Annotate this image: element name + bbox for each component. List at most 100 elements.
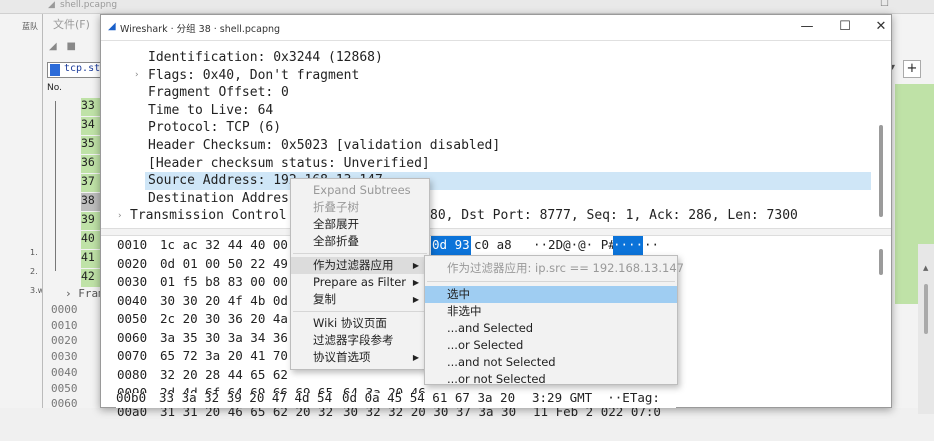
submenu-header: 作为过滤器应用: ip.src == 192.168.13.147: [447, 261, 685, 275]
detail-line[interactable]: Flags: 0x40, Don't fragment: [148, 67, 359, 85]
apply-as-filter-submenu: 作为过滤器应用: ip.src == 192.168.13.147 选中 非选中…: [424, 255, 685, 388]
menu-item-apply-as-filter[interactable]: 作为过滤器应用 ▶: [291, 257, 429, 274]
detail-scrollbar[interactable]: [873, 43, 889, 233]
detail-line[interactable]: Protocol: TCP (6): [148, 119, 281, 137]
packet-detail-tree: Identification: 0x3244 (12868) › Flags: …: [101, 49, 873, 229]
display-filter-input[interactable]: tcp.st: [47, 62, 103, 78]
packet-row-selected[interactable]: 38: [81, 193, 101, 211]
menu-item-wiki-protocol-page[interactable]: Wiki 协议页面: [291, 315, 429, 332]
packet-row[interactable]: 39: [81, 212, 101, 230]
detail-line[interactable]: Time to Live: 64: [148, 102, 273, 120]
submenu-arrow-icon: ▶: [412, 261, 419, 270]
submenu-item-and-selected[interactable]: ...and Selected: [425, 320, 677, 337]
background-title-bar: shell.pcapng ◢ ☐: [0, 0, 934, 14]
submenu-item-or-not-selected[interactable]: ...or not Selected: [425, 371, 677, 388]
hex-offset: 0010: [117, 237, 148, 252]
hex-ascii[interactable]: ··: [644, 236, 659, 255]
hex-last-row: 00b0 33 3a 32 39 20 47 4d 54 0d 0a 45 54…: [116, 393, 676, 408]
scroll-up-icon[interactable]: ▲: [923, 264, 928, 272]
hex-bytes[interactable]: 1c ac 32 44 40 00: [160, 236, 288, 255]
stop-icon[interactable]: ■: [67, 41, 76, 52]
dialog-title-bar: ◢ Wireshark · 分组 38 · shell.pcapng — ☐ ✕: [101, 15, 891, 41]
hex-bytes[interactable]: c0 a8: [474, 236, 512, 255]
left-label-1: 蓝队: [22, 22, 38, 31]
detail-line[interactable]: Header Checksum: 0x5023 [validation disa…: [148, 137, 500, 155]
packet-row[interactable]: 41: [81, 250, 101, 268]
menu-item-copy[interactable]: 复制 ▶: [291, 291, 429, 308]
packet-row[interactable]: 34: [81, 117, 101, 135]
detail-line[interactable]: Destination Address: [148, 190, 297, 208]
detail-line[interactable]: Fragment Offset: 0: [148, 84, 289, 102]
hex-bytes[interactable]: 2c 20 30 36 20 4a: [160, 310, 288, 329]
background-hex-offsets: 0000 0010 0020 0030 0040 0050 0060: [51, 303, 78, 411]
hex-scroll-thumb[interactable]: [879, 249, 883, 275]
hex-offset: 0040: [117, 292, 148, 308]
pane-splitter[interactable]: [101, 228, 891, 236]
maximize-button[interactable]: ☐: [837, 19, 853, 35]
hex-bytes[interactable]: 30 30 20 4f 4b 0d: [160, 292, 288, 311]
scroll-thumb[interactable]: [924, 284, 928, 334]
bg-maximize-icon[interactable]: ☐: [880, 0, 889, 9]
minimize-button[interactable]: —: [799, 19, 815, 35]
submenu-item-or-selected[interactable]: ...or Selected: [425, 337, 677, 354]
toolbar: ◢ ■: [49, 38, 101, 52]
submenu-item-and-not-selected[interactable]: ...and not Selected: [425, 354, 677, 371]
add-filter-button[interactable]: +: [903, 60, 921, 78]
hex-bytes[interactable]: 32 20 28 44 65 62: [160, 366, 288, 385]
tcp-tree-item[interactable]: Transmission Control P: [130, 207, 302, 225]
hex-scrollbar[interactable]: [873, 239, 889, 407]
detail-line[interactable]: [Header checksum status: Unverified]: [148, 155, 430, 173]
menu-item-expand-all[interactable]: 全部展开: [291, 216, 429, 233]
hex-offset: 0030: [117, 274, 148, 289]
hex-bytes[interactable]: 01 f5 b8 83 00 00: [160, 273, 288, 292]
menu-separator: [427, 281, 675, 282]
submenu-arrow-icon: ▶: [412, 278, 419, 287]
hex-ascii[interactable]: ··2D@·@· P#: [533, 236, 616, 255]
left-label-2: 1.: [30, 248, 38, 257]
chevron-right-icon[interactable]: ›: [134, 70, 139, 80]
hex-bytes[interactable]: 65 72 3a 20 41 70: [160, 347, 288, 366]
hex-offset: 0060: [117, 329, 148, 345]
column-no-header[interactable]: No.: [47, 83, 62, 93]
submenu-item-selected[interactable]: 选中: [425, 286, 677, 303]
wireshark-icon: ◢: [108, 21, 116, 32]
hex-bytes[interactable]: 3a 35 30 3a 34 36: [160, 329, 288, 348]
hex-ascii-selected[interactable]: ····: [613, 236, 644, 255]
menu-file[interactable]: 文件(F): [53, 16, 90, 32]
menu-item-collapse-subtrees[interactable]: 折叠子树: [291, 199, 429, 216]
packet-list: 33 34 35 36 37 38 39 40 41 42: [43, 98, 101, 288]
hex-bytes[interactable]: 0d 01 00 50 22 49: [160, 255, 288, 274]
packet-row[interactable]: 33: [81, 98, 101, 116]
submenu-arrow-icon: ▶: [412, 295, 419, 304]
menu-item-collapse-all[interactable]: 全部折叠: [291, 233, 429, 250]
submenu-item-not-selected[interactable]: 非选中: [425, 303, 677, 320]
context-menu: Expand Subtrees 折叠子树 全部展开 全部折叠 作为过滤器应用 ▶ …: [290, 178, 430, 370]
chevron-right-icon[interactable]: ›: [117, 211, 122, 221]
left-label-3: 2.: [30, 267, 38, 276]
hex-selected-bytes[interactable]: 0d 93: [431, 236, 471, 255]
bookmark-icon[interactable]: [50, 64, 60, 76]
packet-row[interactable]: 36: [81, 155, 101, 173]
close-button[interactable]: ✕: [873, 19, 889, 35]
menu-item-prepare-as-filter[interactable]: Prepare as Filter ▶: [291, 274, 429, 291]
packet-row[interactable]: 42: [81, 269, 101, 287]
hex-offset: 0080: [117, 366, 148, 382]
dialog-title: Wireshark · 分组 38 · shell.pcapng: [120, 24, 281, 35]
conversation-bracket: [55, 101, 57, 271]
tcp-tree-item-tail[interactable]: 80, Dst Port: 8777, Seq: 1, Ack: 286, Le…: [430, 207, 798, 225]
menu-item-protocol-preferences[interactable]: 协议首选项 ▶: [291, 349, 429, 366]
packet-row[interactable]: 35: [81, 136, 101, 154]
detail-line[interactable]: Identification: 0x3244 (12868): [148, 49, 383, 67]
menu-item-filter-field-reference[interactable]: 过滤器字段参考: [291, 332, 429, 349]
hex-offset: 0050: [117, 311, 148, 326]
shark-fin-icon[interactable]: ◢: [49, 41, 57, 52]
bg-scrollbar[interactable]: ▲: [918, 244, 934, 414]
detail-scroll-thumb[interactable]: [879, 125, 883, 217]
menu-item-expand-subtrees[interactable]: Expand Subtrees: [291, 182, 429, 199]
filter-text: tcp.st: [64, 63, 101, 74]
left-sidebar: 蓝队 1. 2. 3.w: [0, 14, 44, 408]
menu-separator: [293, 253, 427, 254]
packet-row[interactable]: 40: [81, 231, 101, 249]
hex-offset: 0020: [117, 255, 148, 271]
packet-row[interactable]: 37: [81, 174, 101, 192]
